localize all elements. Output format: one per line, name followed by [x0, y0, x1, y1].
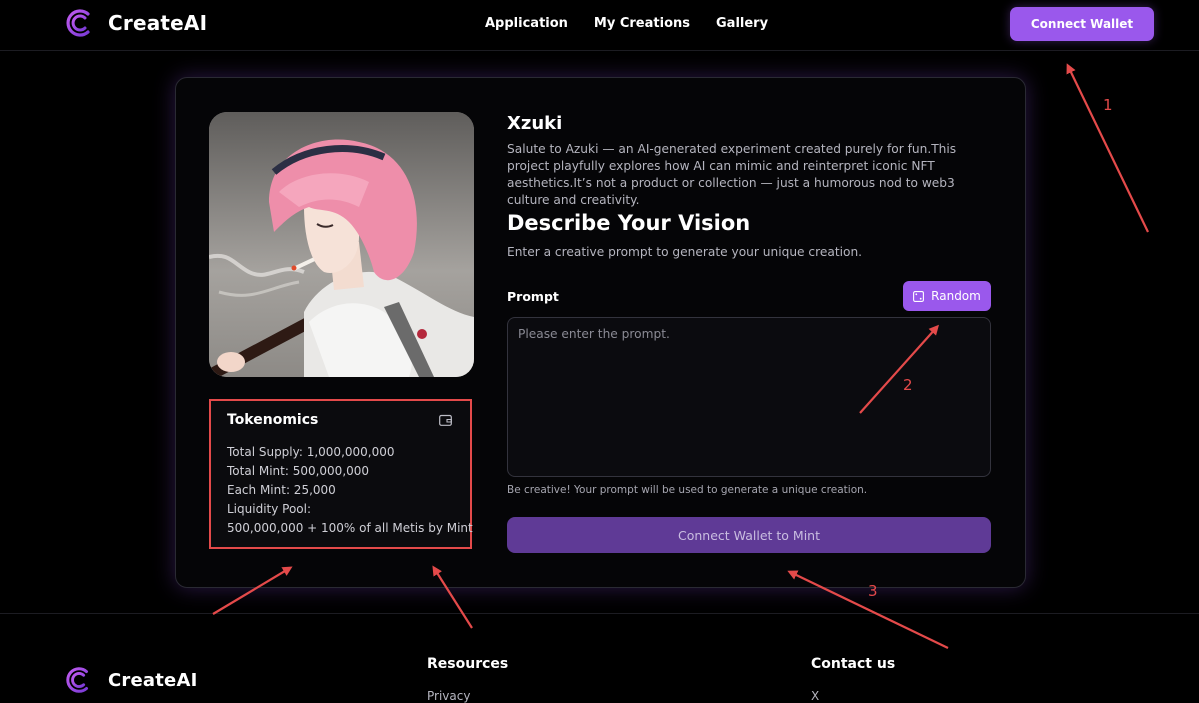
- artwork-image: [209, 112, 474, 377]
- nav-my-creations[interactable]: My Creations: [594, 16, 690, 31]
- footer-brand-name: CreateAI: [108, 669, 198, 691]
- tokenomics-title: Tokenomics: [227, 412, 319, 428]
- vision-subtitle: Enter a creative prompt to generate your…: [507, 245, 863, 259]
- project-title: Xzuki: [507, 113, 563, 134]
- footer-brand[interactable]: CreateAI: [64, 665, 197, 695]
- tokenomics-panel: Tokenomics Total Supply: 1,000,000,000 T…: [209, 399, 473, 549]
- nav-application[interactable]: Application: [485, 16, 568, 31]
- nav-gallery[interactable]: Gallery: [716, 16, 768, 31]
- prompt-hint: Be creative! Your prompt will be used to…: [507, 484, 868, 496]
- tokenomics-liquidity-value: 500,000,000 + 100% of all Metis by Mint: [227, 521, 473, 535]
- connect-wallet-button[interactable]: Connect Wallet: [1010, 7, 1154, 41]
- shuffle-icon: [913, 290, 925, 302]
- annotation-arrow-1: [1066, 63, 1149, 233]
- connect-wallet-to-mint-button[interactable]: Connect Wallet to Mint: [507, 517, 991, 553]
- annotation-number-1: 1: [1103, 96, 1113, 114]
- footer-x-link[interactable]: X: [811, 689, 819, 703]
- tokenomics-total-mint: Total Mint: 500,000,000: [227, 464, 370, 478]
- prompt-input[interactable]: [507, 317, 991, 477]
- main-nav: Application My Creations Gallery: [485, 16, 794, 31]
- brand-name: CreateAI: [108, 11, 208, 35]
- footer: CreateAI Resources Privacy Contact us X: [0, 613, 1199, 703]
- footer-privacy-link[interactable]: Privacy: [427, 689, 470, 703]
- random-button-label: Random: [931, 289, 981, 303]
- logo-icon: [66, 9, 90, 37]
- footer-resources-title: Resources: [427, 656, 509, 672]
- prompt-label: Prompt: [507, 289, 559, 304]
- tokenomics-each-mint: Each Mint: 25,000: [227, 483, 336, 497]
- project-description: Salute to Azuki — an AI-generated experi…: [507, 142, 957, 207]
- logo-icon: [66, 667, 88, 693]
- tokenomics-liquidity-label: Liquidity Pool:: [227, 502, 312, 516]
- header: CreateAI Application My Creations Galler…: [0, 0, 1199, 51]
- tokenomics-total-supply: Total Supply: 1,000,000,000: [227, 445, 395, 459]
- brand-logo[interactable]: CreateAI: [64, 7, 207, 39]
- footer-contact-title: Contact us: [811, 656, 896, 672]
- wallet-icon[interactable]: [439, 414, 452, 426]
- vision-title: Describe Your Vision: [507, 211, 751, 235]
- annotation-number-2: 2: [903, 376, 913, 394]
- random-button[interactable]: Random: [903, 281, 991, 311]
- annotation-number-3: 3: [868, 582, 878, 600]
